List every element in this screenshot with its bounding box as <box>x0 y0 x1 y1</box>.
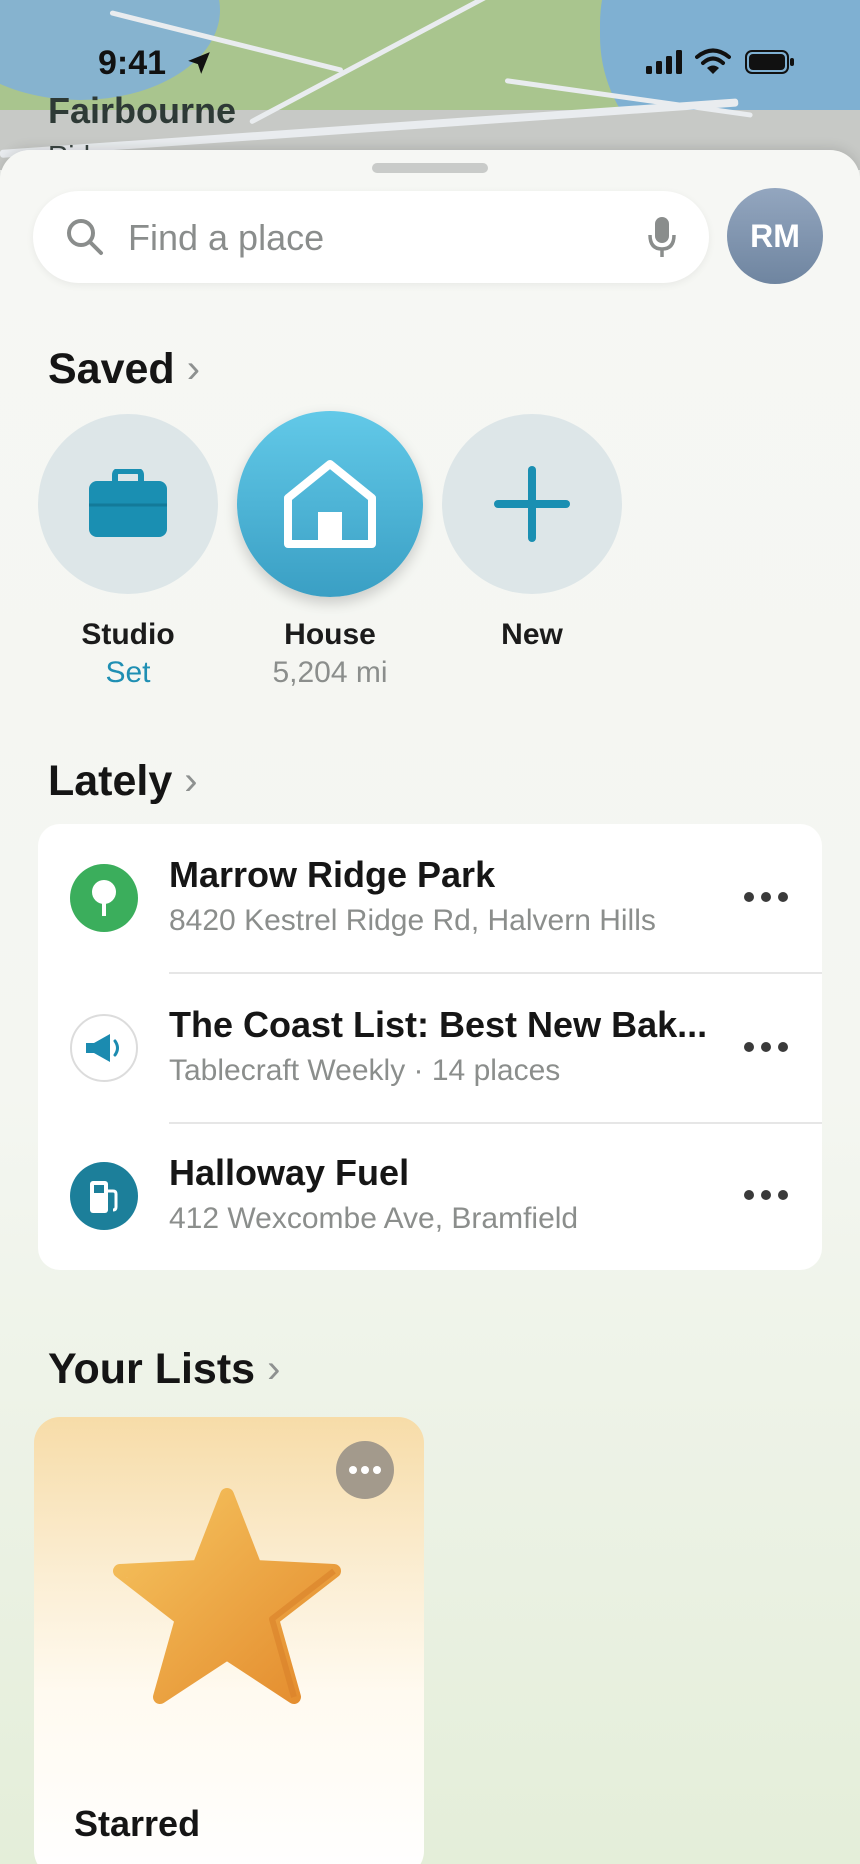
saved-item-sub: 5,204 mi <box>272 656 388 689</box>
star-icon <box>113 1488 341 1704</box>
bottom-sheet: Find a place RM Saved › Studio Set House… <box>0 150 860 1864</box>
saved-item-sub: Set <box>105 656 151 689</box>
more-options-icon[interactable] <box>744 1180 788 1210</box>
list-item[interactable]: Marrow Ridge Park 8420 Kestrel Ridge Rd,… <box>38 824 822 972</box>
list-item-subtitle: 8420 Kestrel Ridge Rd, Halvern Hills <box>169 904 656 937</box>
list-item[interactable]: Halloway Fuel 412 Wexcombe Ave, Bramfiel… <box>38 1122 822 1270</box>
avatar[interactable]: RM <box>727 188 823 284</box>
list-item-subtitle: Tablecraft Weekly · 14 places <box>169 1054 561 1087</box>
briefcase-icon <box>89 469 167 537</box>
list-card-starred[interactable]: Starred <box>34 1417 424 1864</box>
saved-item-house[interactable]: House 5,204 mi <box>230 411 430 690</box>
search-icon <box>67 219 103 255</box>
list-item[interactable]: The Coast List: Best New Bak... Tablecra… <box>38 974 822 1122</box>
chevron-right-icon: › <box>186 347 201 391</box>
megaphone-icon <box>70 1014 138 1082</box>
status-time: 9:41 <box>98 44 167 82</box>
chevron-right-icon: › <box>267 1347 281 1391</box>
plus-icon <box>494 466 570 542</box>
saved-section-header[interactable]: Saved › <box>48 345 200 394</box>
status-bar: 9:41 <box>0 0 860 120</box>
recents-card: Marrow Ridge Park 8420 Kestrel Ridge Rd,… <box>38 824 822 1270</box>
tree-icon <box>70 864 138 932</box>
wifi-icon <box>695 48 731 74</box>
saved-item-label: House <box>284 618 376 651</box>
saved-item-new[interactable]: New <box>432 414 632 652</box>
list-item-title: Marrow Ridge Park <box>169 854 496 895</box>
list-item-title: The Coast List: Best New Bak... <box>169 1004 708 1045</box>
more-options-icon[interactable] <box>744 1032 788 1062</box>
section-title: Lately <box>48 757 173 805</box>
battery-icon <box>745 50 794 74</box>
search-input[interactable]: Find a place <box>128 217 324 259</box>
fuel-pump-icon <box>70 1162 138 1230</box>
lists-section-header[interactable]: Your Lists › <box>48 1345 280 1394</box>
house-icon <box>284 460 376 548</box>
saved-item-icon-circle <box>442 414 622 594</box>
location-arrow-icon <box>188 52 210 74</box>
list-item-subtitle: 412 Wexcombe Ave, Bramfield <box>169 1202 579 1235</box>
cellular-signal-icon <box>646 50 682 74</box>
microphone-icon[interactable] <box>647 215 677 259</box>
saved-item-icon-circle <box>237 411 423 597</box>
section-title: Saved <box>48 345 175 393</box>
lately-section-header[interactable]: Lately › <box>48 757 198 806</box>
more-options-icon[interactable] <box>336 1441 394 1499</box>
more-options-icon[interactable] <box>744 882 788 912</box>
search-bar[interactable]: Find a place <box>33 191 709 283</box>
sheet-grabber[interactable] <box>372 163 488 173</box>
saved-item-studio[interactable]: Studio Set <box>28 414 228 690</box>
saved-item-label: New <box>501 618 563 651</box>
list-card-title: Starred <box>74 1803 201 1844</box>
saved-item-icon-circle <box>38 414 218 594</box>
section-title: Your Lists <box>48 1345 256 1393</box>
chevron-right-icon: › <box>184 759 198 803</box>
saved-item-label: Studio <box>81 618 175 651</box>
list-item-title: Halloway Fuel <box>169 1152 410 1193</box>
